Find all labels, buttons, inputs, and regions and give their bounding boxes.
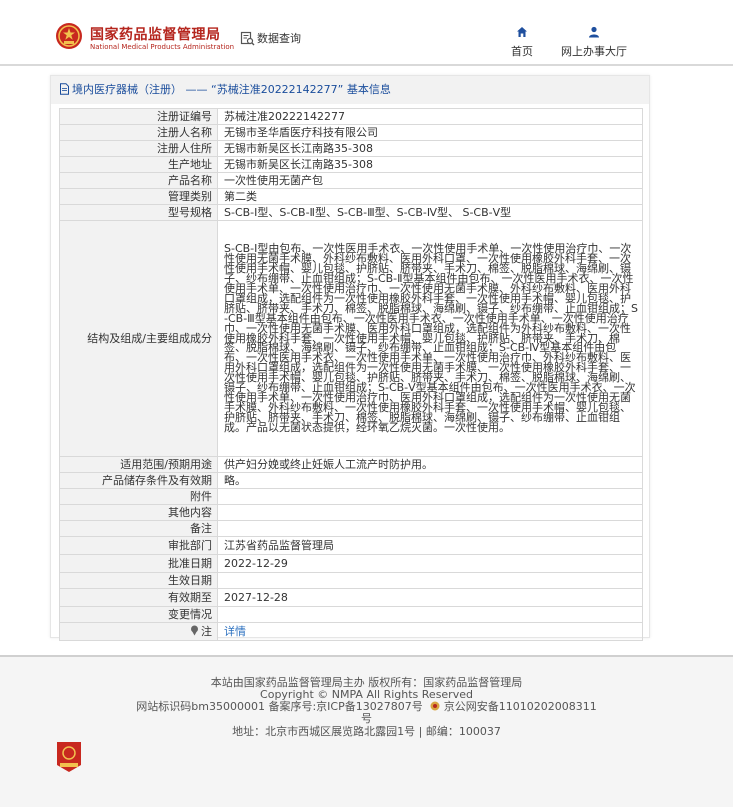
field-label: 生效日期	[59, 572, 218, 589]
nav-home-label: 首页	[511, 45, 533, 58]
footer-registration-suffix: 号	[361, 712, 372, 725]
field-value	[217, 606, 643, 623]
field-label: 批准日期	[59, 554, 218, 573]
nav-home[interactable]: 首页	[508, 26, 536, 59]
field-label: 附件	[59, 488, 218, 505]
footer-police-record[interactable]: 京公网安备11010202008311	[444, 700, 597, 713]
field-label: 产品储存条件及有效期	[59, 472, 218, 489]
page-root: 国家药品监督管理局 National Medical Products Admi…	[0, 0, 733, 807]
field-value: 无锡市新吴区长江南路35-308	[217, 140, 643, 157]
field-label: 适用范围/预期用途	[59, 456, 218, 473]
table-row: 管理类别 第二类	[59, 188, 643, 205]
home-icon	[517, 27, 527, 37]
field-value: 苏械注准20222142277	[217, 108, 643, 125]
note-label-cell: 注	[59, 622, 218, 641]
field-value: 无锡市圣华盾医疗科技有限公司	[217, 124, 643, 141]
field-value: 一次性使用无菌产包	[217, 172, 643, 189]
field-value: 2022-12-29	[217, 554, 643, 573]
table-row: 型号规格 S-CB-Ⅰ型、S-CB-Ⅱ型、S-CB-Ⅲ型、S-CB-Ⅳ型、 S-C…	[59, 204, 643, 221]
field-label: 注册人名称	[59, 124, 218, 141]
table-row: 变更情况	[59, 606, 643, 623]
panel-title: 境内医疗器械（注册） —— “苏械注准20222142277” 基本信息	[51, 76, 649, 104]
field-label: 其他内容	[59, 504, 218, 521]
party-government-badge-icon[interactable]	[56, 741, 82, 773]
field-label: 变更情况	[59, 606, 218, 623]
field-label: 注册证编号	[59, 108, 218, 125]
detail-panel: 境内医疗器械（注册） —— “苏械注准20222142277” 基本信息 注册证…	[50, 75, 650, 641]
table-row: 生效日期	[59, 572, 643, 589]
field-value: 略。	[217, 472, 643, 489]
table-row: 注册人名称 无锡市圣华盾医疗科技有限公司	[59, 124, 643, 141]
user-icon	[589, 26, 599, 38]
table-row: 产品储存条件及有效期 略。	[59, 472, 643, 489]
field-label: 型号规格	[59, 204, 218, 221]
field-value	[217, 520, 643, 537]
brand-name-en: National Medical Products Administration	[90, 43, 235, 51]
field-label: 管理类别	[59, 188, 218, 205]
police-badge-icon	[430, 701, 440, 711]
field-label: 生产地址	[59, 156, 218, 173]
field-value	[217, 504, 643, 521]
table-row: 生产地址 无锡市新吴区长江南路35-308	[59, 156, 643, 173]
field-value: 无锡市新吴区长江南路35-308	[217, 156, 643, 173]
field-value: 供产妇分娩或终止妊娠人工流产时防护用。	[217, 456, 643, 473]
table-row: 备注	[59, 520, 643, 537]
search-document-icon	[240, 31, 255, 45]
panel-title-text: 境内医疗器械（注册） —— “苏械注准20222142277” 基本信息	[72, 83, 391, 96]
field-value: 第二类	[217, 188, 643, 205]
field-value	[217, 488, 643, 505]
field-label: 有效期至	[59, 588, 218, 607]
details-link[interactable]: 详情	[224, 625, 246, 638]
field-value: 江苏省药品监督管理局	[217, 536, 643, 555]
field-value: 2027-12-28	[217, 588, 643, 607]
table-row: 有效期至 2027-12-28	[59, 588, 643, 607]
registration-info-table: 注册证编号 苏械注准20222142277 注册人名称 无锡市圣华盾医疗科技有限公司…	[59, 108, 643, 641]
pin-icon	[191, 625, 198, 635]
site-header: 国家药品监督管理局 National Medical Products Admi…	[0, 0, 733, 66]
table-row: 审批部门 江苏省药品监督管理局	[59, 536, 643, 555]
field-value: S-CB-Ⅰ型由包布、一次性医用手术衣、一次性使用手术单、一次性使用治疗巾、一次…	[217, 220, 643, 457]
field-label: 注	[201, 624, 212, 638]
footer-address: 地址：北京市西城区展览路北露园1号 | 邮编：100037	[232, 725, 501, 738]
table-row: 产品名称 一次性使用无菌产包	[59, 172, 643, 189]
table-row: 批准日期 2022-12-29	[59, 554, 643, 573]
field-label: 注册人住所	[59, 140, 218, 157]
field-label: 备注	[59, 520, 218, 537]
table-row: 附件	[59, 488, 643, 505]
field-value: 详情	[217, 622, 643, 641]
table-row: 结构及组成/主要组成成分 S-CB-Ⅰ型由包布、一次性医用手术衣、一次性使用手术单…	[59, 220, 643, 457]
site-footer: 本站由国家药品监督管理局主办 版权所有：国家药品监督管理局 Copyright …	[0, 655, 733, 807]
nav-online-hall-label: 网上办事大厅	[561, 45, 627, 58]
brand-name-cn[interactable]: 国家药品监督管理局	[90, 24, 221, 44]
table-row: 其他内容	[59, 504, 643, 521]
footer-icp[interactable]: 网站标识码bm35000001 备案序号:京ICP备13027807号	[136, 700, 422, 713]
nav-online-hall[interactable]: 网上办事大厅	[556, 26, 632, 59]
field-value: S-CB-Ⅰ型、S-CB-Ⅱ型、S-CB-Ⅲ型、S-CB-Ⅳ型、 S-CB-Ⅴ型	[217, 204, 643, 221]
table-row: 注册证编号 苏械注准20222142277	[59, 108, 643, 125]
table-row: 适用范围/预期用途 供产妇分娩或终止妊娠人工流产时防护用。	[59, 456, 643, 473]
national-emblem-icon	[56, 23, 82, 49]
table-row: 注 详情	[59, 622, 643, 641]
field-label: 结构及组成/主要组成成分	[59, 220, 218, 457]
field-label: 审批部门	[59, 536, 218, 555]
document-icon	[60, 83, 69, 95]
field-value	[217, 572, 643, 589]
data-query-label: 数据查询	[257, 32, 301, 45]
field-label: 产品名称	[59, 172, 218, 189]
table-row: 注册人住所 无锡市新吴区长江南路35-308	[59, 140, 643, 157]
data-query-link[interactable]: 数据查询	[240, 30, 301, 46]
